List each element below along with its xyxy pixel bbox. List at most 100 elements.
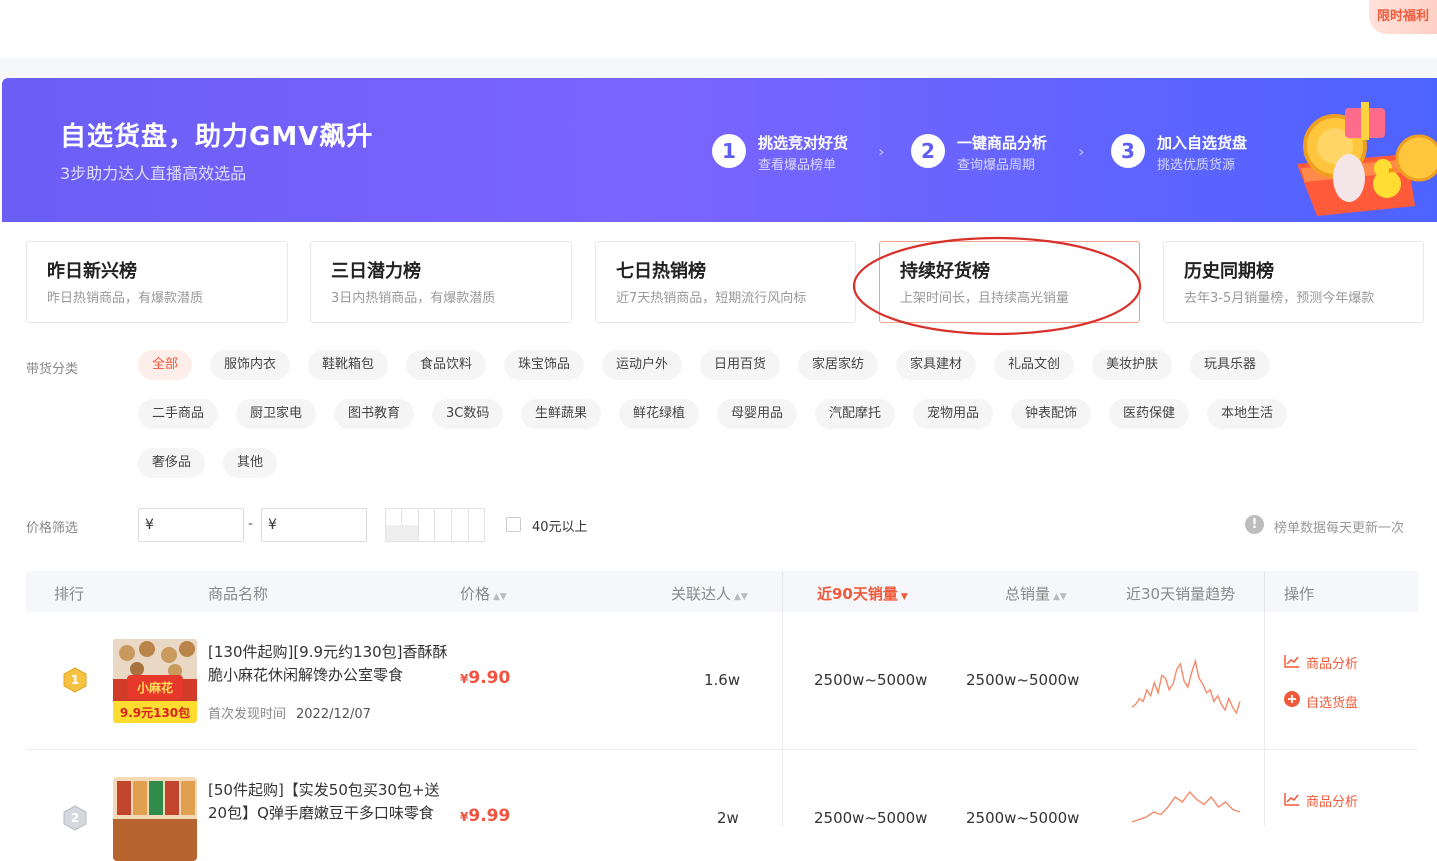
header-label: 关联达人 (671, 585, 732, 603)
shopping-cart-illustration (1297, 102, 1437, 216)
date-value: 2022/12/07 (296, 707, 371, 722)
product-thumbnail[interactable]: 小麻花 9.9元130包 (113, 639, 197, 723)
category-chip[interactable]: 钟表配饰 (1011, 399, 1092, 429)
product-thumbnail[interactable] (113, 777, 197, 861)
step-title: 一键商品分析 (957, 134, 1048, 152)
column-divider (782, 571, 783, 612)
category-chip[interactable]: 服饰内衣 (210, 350, 291, 380)
chevron-right-icon: › (878, 142, 885, 161)
product-analysis-link[interactable]: 商品分析 (1284, 653, 1358, 672)
header-price[interactable]: 价格 ▲▼ (460, 583, 507, 604)
category-chip[interactable]: 日用百货 (700, 350, 781, 380)
category-chip[interactable]: 运动户外 (602, 350, 683, 380)
hero-banner: 自选货盘，助力GMV飙升 3步助力达人直播高效选品 1 挑选竞对好货 查看爆品榜… (2, 78, 1437, 222)
op-label: 商品分析 (1306, 795, 1359, 810)
price-filter-label: 价格筛选 (26, 521, 79, 536)
tab-sustained-good[interactable]: 持续好货榜 上架时间长，且持续高光销量 (879, 241, 1140, 323)
price-max-input[interactable]: ¥ (261, 508, 367, 542)
thumb-banner: 9.9元130包 (120, 705, 190, 720)
step-number: 3 (1111, 134, 1145, 168)
tab-title: 三日潜力榜 (331, 261, 421, 282)
add-to-pool-link[interactable]: 自选货盘 (1284, 691, 1358, 711)
header-influencers[interactable]: 关联达人 ▲▼ (671, 583, 748, 604)
header-trend: 近30天销量趋势 (1126, 585, 1236, 603)
over-40-checkbox[interactable] (506, 517, 521, 532)
tab-title: 七日热销榜 (616, 261, 706, 282)
category-chip[interactable]: 家居家纺 (798, 350, 879, 380)
line-chart-icon (1284, 792, 1300, 810)
step-number: 2 (911, 134, 945, 168)
price-range-selector[interactable] (385, 508, 485, 542)
category-chip[interactable]: 玩具乐器 (1190, 350, 1271, 380)
rank-gold-medal-icon: 1 (63, 667, 87, 693)
header-operations: 操作 (1284, 585, 1315, 603)
tab-historical-period[interactable]: 历史同期榜 去年3-5月销量榜，预测今年爆款 (1163, 241, 1424, 323)
influencer-count: 1.6w (704, 671, 741, 689)
sort-icon: ▲▼ (734, 592, 748, 602)
column-divider (782, 612, 783, 826)
header-rank: 排行 (54, 585, 85, 603)
product-analysis-link[interactable]: 商品分析 (1284, 791, 1358, 810)
top-bar (0, 0, 1437, 58)
category-chip[interactable]: 宠物用品 (913, 399, 994, 429)
step-number: 1 (712, 134, 746, 168)
product-name[interactable]: [130件起购][9.9元约130包]香酥酥脆小麻花休闲解馋办公室零食 (208, 641, 448, 687)
over-40-label: 40元以上 (532, 520, 588, 535)
category-chip[interactable]: 汽配摩托 (815, 399, 896, 429)
step-title: 挑选竞对好货 (758, 134, 849, 152)
tab-subtitle: 上架时间长，且持续高光销量 (900, 291, 1070, 306)
header-label: 总销量 (1005, 585, 1051, 603)
category-chip[interactable]: 厨卫家电 (236, 399, 317, 429)
category-chip[interactable]: 其他 (223, 448, 278, 478)
category-chip[interactable]: 3C数码 (432, 399, 504, 429)
price-dash: - (248, 516, 254, 532)
price-min-input[interactable]: ¥ (138, 508, 244, 542)
category-chip[interactable]: 珠宝饰品 (504, 350, 585, 380)
total-sales: 2500w~5000w (966, 671, 1080, 689)
step-subtitle: 查看爆品榜单 (758, 158, 837, 173)
tab-subtitle: 近7天热销商品，短期流行风向标 (616, 291, 807, 306)
rank-silver-medal-icon: 2 (63, 805, 87, 831)
op-label: 自选货盘 (1306, 696, 1359, 711)
product-price: ¥9.90 (460, 668, 510, 688)
total-sales: 2500w~5000w (966, 809, 1080, 827)
category-chip[interactable]: 本地生活 (1207, 399, 1288, 429)
category-chip[interactable]: 生鲜蔬果 (521, 399, 602, 429)
rank-number: 1 (71, 673, 79, 687)
category-chip[interactable]: 图书教育 (334, 399, 415, 429)
first-seen-date: 首次发现时间 2022/12/07 (208, 703, 371, 722)
product-image (113, 777, 197, 861)
product-name[interactable]: [50件起购]【实发50包买30包+送20包】Q弹手磨嫩豆干多口味零食 (208, 779, 448, 825)
header-90-day-sales[interactable]: 近90天销量 ▼ (817, 583, 908, 604)
rank-number: 2 (71, 811, 79, 825)
page-divider (0, 58, 1437, 78)
promo-badge[interactable]: 限时福利 (1369, 0, 1437, 34)
category-chip[interactable]: 全部 (138, 350, 193, 380)
tab-seven-day-hot[interactable]: 七日热销榜 近7天热销商品，短期流行风向标 (595, 241, 856, 323)
tab-three-day-potential[interactable]: 三日潜力榜 3日内热销商品，有爆款潜质 (310, 241, 572, 323)
header-label: 价格 (460, 585, 491, 603)
category-chip[interactable]: 医药保健 (1109, 399, 1190, 429)
sort-icon: ▲▼ (493, 592, 507, 602)
category-chip[interactable]: 鞋靴箱包 (308, 350, 389, 380)
header-total-sales[interactable]: 总销量 ▲▼ (1005, 583, 1067, 604)
category-chip[interactable]: 鲜花绿植 (619, 399, 700, 429)
trend-sparkline (1131, 658, 1241, 715)
category-chip[interactable]: 奢侈品 (138, 448, 206, 478)
tab-yesterday-rising[interactable]: 昨日新兴榜 昨日热销商品，有爆款潜质 (26, 241, 288, 323)
table-header: 排行 商品名称 价格 ▲▼ 关联达人 ▲▼ 近90天销量 ▼ 总销量 ▲▼ 近30天销量… (26, 571, 1418, 612)
banner-subtitle: 3步助力达人直播高效选品 (60, 164, 247, 183)
sort-icon: ▲▼ (1053, 592, 1067, 602)
sales-90-day: 2500w~5000w (814, 671, 928, 689)
category-chip[interactable]: 家具建材 (896, 350, 977, 380)
tab-subtitle: 昨日热销商品，有爆款潜质 (47, 291, 204, 306)
category-chip[interactable]: 礼品文创 (994, 350, 1075, 380)
category-chip[interactable]: 二手商品 (138, 399, 219, 429)
category-label: 带货分类 (26, 362, 79, 377)
product-image: 小麻花 9.9元130包 (113, 639, 197, 723)
category-chip[interactable]: 食品饮料 (406, 350, 487, 380)
category-chip[interactable]: 美妆护肤 (1092, 350, 1173, 380)
category-chip[interactable]: 母婴用品 (717, 399, 798, 429)
influencer-count: 2w (717, 809, 739, 827)
banner-title: 自选货盘，助力GMV飙升 (60, 122, 374, 152)
